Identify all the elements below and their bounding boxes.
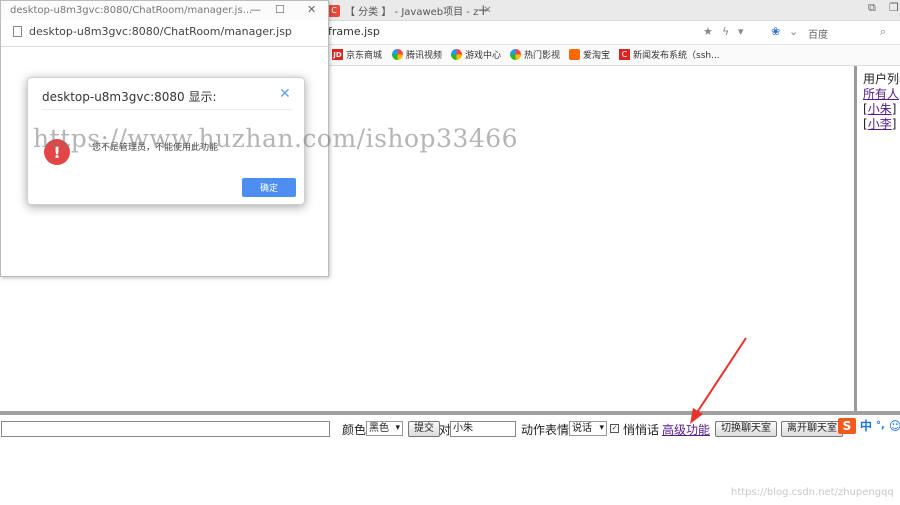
new-tab-icon[interactable]: + bbox=[477, 1, 490, 19]
user-list-frame: 用户列表 所有人 [小朱] [小李] bbox=[854, 66, 900, 412]
dialog-ok-button[interactable]: 确定 bbox=[242, 178, 296, 197]
advanced-function-link[interactable]: 高级功能 bbox=[662, 421, 710, 438]
close-icon[interactable]: ✕ bbox=[307, 3, 316, 16]
user-link-all[interactable]: 所有人 bbox=[863, 87, 899, 101]
paw-icon[interactable]: ❀ bbox=[771, 25, 780, 38]
star-icon[interactable]: ★ bbox=[703, 25, 713, 38]
csdn-favicon-icon: C bbox=[328, 4, 340, 17]
engine-chevron-icon[interactable]: ⌄ bbox=[789, 25, 798, 38]
browser-page: C 【 分类 】 - Javaweb项目 - z ✕ + ⧉ ❐ frame.j… bbox=[0, 0, 900, 505]
popup-divider bbox=[1, 46, 328, 47]
user-link-xiaoli[interactable]: 小李 bbox=[868, 117, 892, 131]
bookmark-jd[interactable]: JD 京东商城 bbox=[332, 48, 382, 61]
switch-room-button[interactable]: 切换聊天室 bbox=[715, 421, 777, 437]
tab-label: 【 分类 】 - Javaweb项目 - z bbox=[345, 7, 479, 18]
maximize-icon[interactable]: ☐ bbox=[275, 3, 285, 16]
search-icon[interactable]: ⌕ bbox=[880, 25, 886, 39]
ime-emoji-icon[interactable]: ☺ bbox=[889, 419, 900, 433]
game-icon bbox=[451, 49, 462, 60]
tab-javaweb[interactable]: C 【 分类 】 - Javaweb项目 - z ✕ bbox=[322, 0, 498, 21]
user-link-xiaozhu[interactable]: 小朱 bbox=[868, 102, 892, 116]
dialog-separator bbox=[42, 109, 292, 110]
submit-button[interactable]: 提交 bbox=[408, 421, 440, 437]
whisper-label: 悄悄话 bbox=[623, 423, 660, 437]
sidebar-toggle-icon[interactable]: ⧉ bbox=[868, 1, 876, 15]
action-select[interactable]: 说话 bbox=[569, 421, 607, 436]
popup-title: desktop-u8m3gvc:8080/ChatRoom/manager.js… bbox=[10, 5, 253, 16]
search-engine-label[interactable]: 百度 bbox=[808, 26, 828, 41]
restore-icon[interactable]: ❐ bbox=[889, 1, 899, 14]
chat-toolbar: 颜色 黑色 提交 对 小朱 动作表情 说话 ✓ 悄悄话 高级功能 切换聊天室 离… bbox=[0, 415, 900, 445]
chevron-down-icon[interactable]: ▾ bbox=[738, 25, 744, 38]
bookmark-label: 新闻发布系统（ssh... bbox=[633, 51, 720, 61]
dialog-close-icon[interactable]: ✕ bbox=[279, 86, 291, 102]
csdn-credit: https://blog.csdn.net/zhupengqq bbox=[731, 487, 894, 498]
bookmark-news-system[interactable]: C 新闻发布系统（ssh... bbox=[619, 48, 720, 61]
bookmark-label: 京东商城 bbox=[346, 51, 383, 61]
whisper-checkbox[interactable]: ✓ bbox=[610, 424, 619, 433]
ime-punct-icon[interactable]: °, bbox=[876, 420, 885, 431]
action-label: 动作表情 bbox=[521, 423, 570, 437]
color-label: 颜色 bbox=[342, 423, 367, 437]
video-icon bbox=[392, 49, 403, 60]
bookmark-label: 腾讯视频 bbox=[406, 51, 443, 61]
bookmark-hot-films[interactable]: 热门影视 bbox=[510, 48, 560, 61]
popup-url-text: desktop-u8m3gvc:8080/ChatRoom/manager.js… bbox=[29, 25, 292, 38]
bookmark-label: 爱淘宝 bbox=[583, 51, 611, 61]
bookmark-label: 游戏中心 bbox=[465, 51, 502, 61]
message-input[interactable] bbox=[1, 421, 330, 437]
user-list-title: 用户列表 bbox=[863, 72, 900, 86]
jd-icon: JD bbox=[332, 49, 343, 60]
bookmark-tencent-video[interactable]: 腾讯视频 bbox=[392, 48, 442, 61]
ime-mode[interactable]: 中 bbox=[860, 417, 872, 434]
bookmark-taobao[interactable]: 爱淘宝 bbox=[569, 48, 610, 61]
url-text: frame.jsp bbox=[328, 25, 380, 38]
recipient-input[interactable]: 小朱 bbox=[450, 421, 516, 437]
sogou-icon: S bbox=[838, 417, 856, 434]
dialog-title: desktop-u8m3gvc:8080 显示: bbox=[42, 90, 217, 104]
news-icon: C bbox=[619, 49, 630, 60]
film-icon bbox=[510, 49, 521, 60]
bookmark-game-center[interactable]: 游戏中心 bbox=[451, 48, 501, 61]
color-select[interactable]: 黑色 bbox=[366, 421, 403, 436]
ime-toolbar[interactable]: S 中 °, ☺ bbox=[838, 417, 900, 434]
taobao-icon bbox=[569, 49, 580, 60]
minimize-icon[interactable]: — bbox=[250, 3, 261, 16]
watermark: https://www.huzhan.com/ishop33466 bbox=[33, 124, 519, 153]
bolt-icon[interactable]: ϟ bbox=[722, 25, 729, 38]
document-icon bbox=[13, 26, 22, 37]
leave-room-button[interactable]: 离开聊天室 bbox=[781, 421, 843, 437]
bookmark-label: 热门影视 bbox=[524, 51, 561, 61]
popup-address: desktop-u8m3gvc:8080/ChatRoom/manager.js… bbox=[13, 25, 292, 38]
